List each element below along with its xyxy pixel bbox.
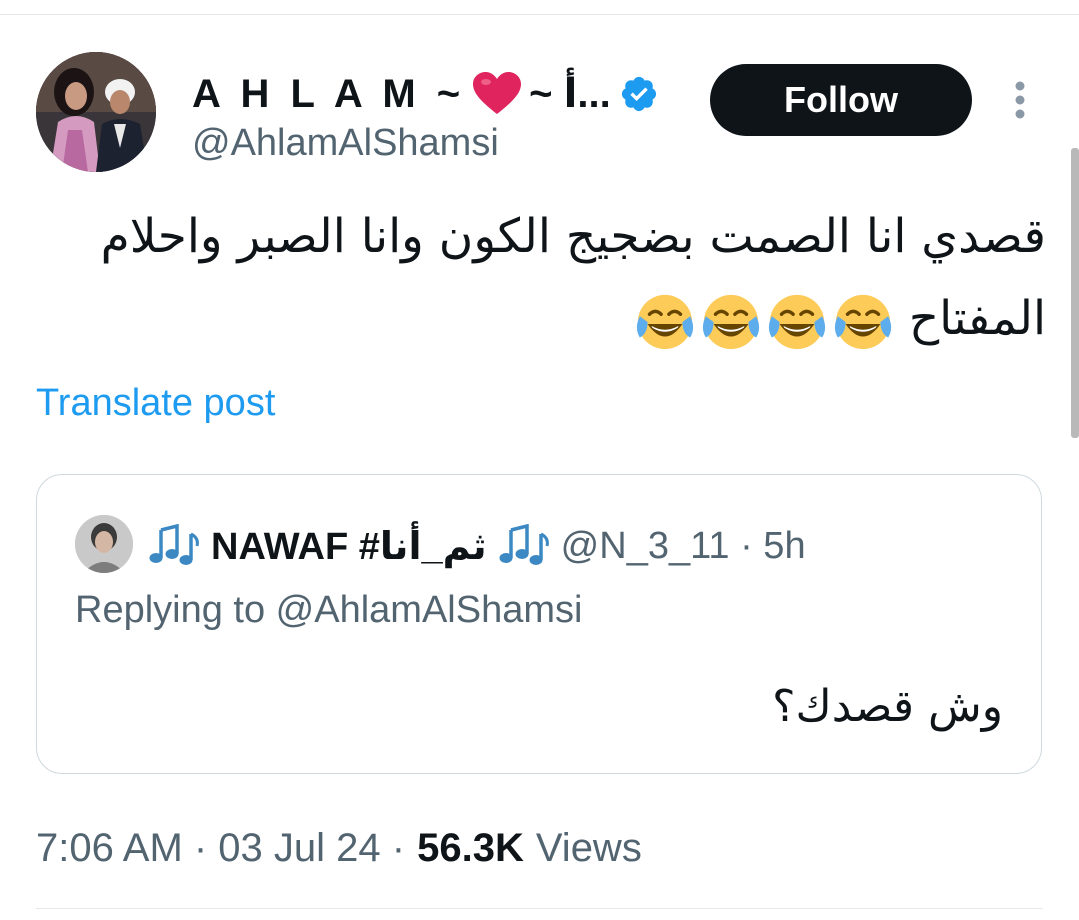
tweet-text-body: قصدي انا الصمت بضجيج الكون وانا الصبر وا… bbox=[100, 209, 1046, 346]
views-label: Views bbox=[535, 825, 642, 870]
tweet-text: قصدي انا الصمت بضجيج الكون وانا الصبر وا… bbox=[36, 196, 1046, 360]
quote-avatar-photo bbox=[75, 515, 133, 573]
music-notes-icon bbox=[499, 524, 549, 565]
post-meta: 7:06 AM · 03 Jul 24 · 56.3K Views bbox=[36, 820, 642, 876]
author-name[interactable]: A H L A M ~ ~ أ... bbox=[192, 66, 659, 122]
laughing-emoji-icon bbox=[702, 294, 759, 349]
tweet-emojis bbox=[634, 291, 894, 353]
scrollbar[interactable] bbox=[1071, 148, 1079, 438]
author-avatar[interactable] bbox=[36, 52, 156, 172]
author-name-right: ~ أ... bbox=[529, 72, 611, 116]
quote-author-avatar[interactable] bbox=[75, 515, 133, 573]
quoted-tweet-card[interactable]: NAWAF #ثم_أنا @N_3_11 · 5h Replying to @… bbox=[36, 474, 1042, 774]
avatar-photo bbox=[36, 52, 156, 172]
author-handle[interactable]: @AhlamAlShamsi bbox=[192, 122, 499, 165]
heart-emoji-icon bbox=[473, 72, 522, 114]
bottom-divider bbox=[36, 908, 1043, 909]
quote-text: وش قصدك؟ bbox=[772, 681, 1003, 732]
author-name-left: A H L A M ~ bbox=[192, 71, 466, 116]
laughing-emoji-icon bbox=[636, 294, 693, 349]
quote-replying-to: Replying to @AhlamAlShamsi bbox=[75, 589, 583, 631]
music-notes-icon bbox=[149, 524, 199, 565]
follow-button[interactable]: Follow bbox=[710, 64, 972, 136]
translate-post-link[interactable]: Translate post bbox=[36, 382, 275, 425]
verified-badge-icon bbox=[621, 76, 656, 112]
post-page: A H L A M ~ ~ أ... @AhlamAlShamsi Follow… bbox=[0, 0, 1079, 920]
quote-header: NAWAF #ثم_أنا @N_3_11 · 5h bbox=[147, 519, 806, 573]
post-timestamp[interactable]: 7:06 AM · 03 Jul 24 · bbox=[36, 826, 405, 871]
laughing-emoji-icon bbox=[834, 294, 891, 349]
more-vertical-icon[interactable] bbox=[1012, 80, 1028, 120]
top-divider bbox=[0, 14, 1079, 15]
quote-author-name[interactable]: NAWAF #ثم_أنا bbox=[211, 524, 487, 569]
laughing-emoji-icon bbox=[768, 294, 825, 349]
views-count: 56.3K bbox=[417, 825, 524, 870]
quote-handle-time: @N_3_11 · 5h bbox=[560, 524, 806, 567]
